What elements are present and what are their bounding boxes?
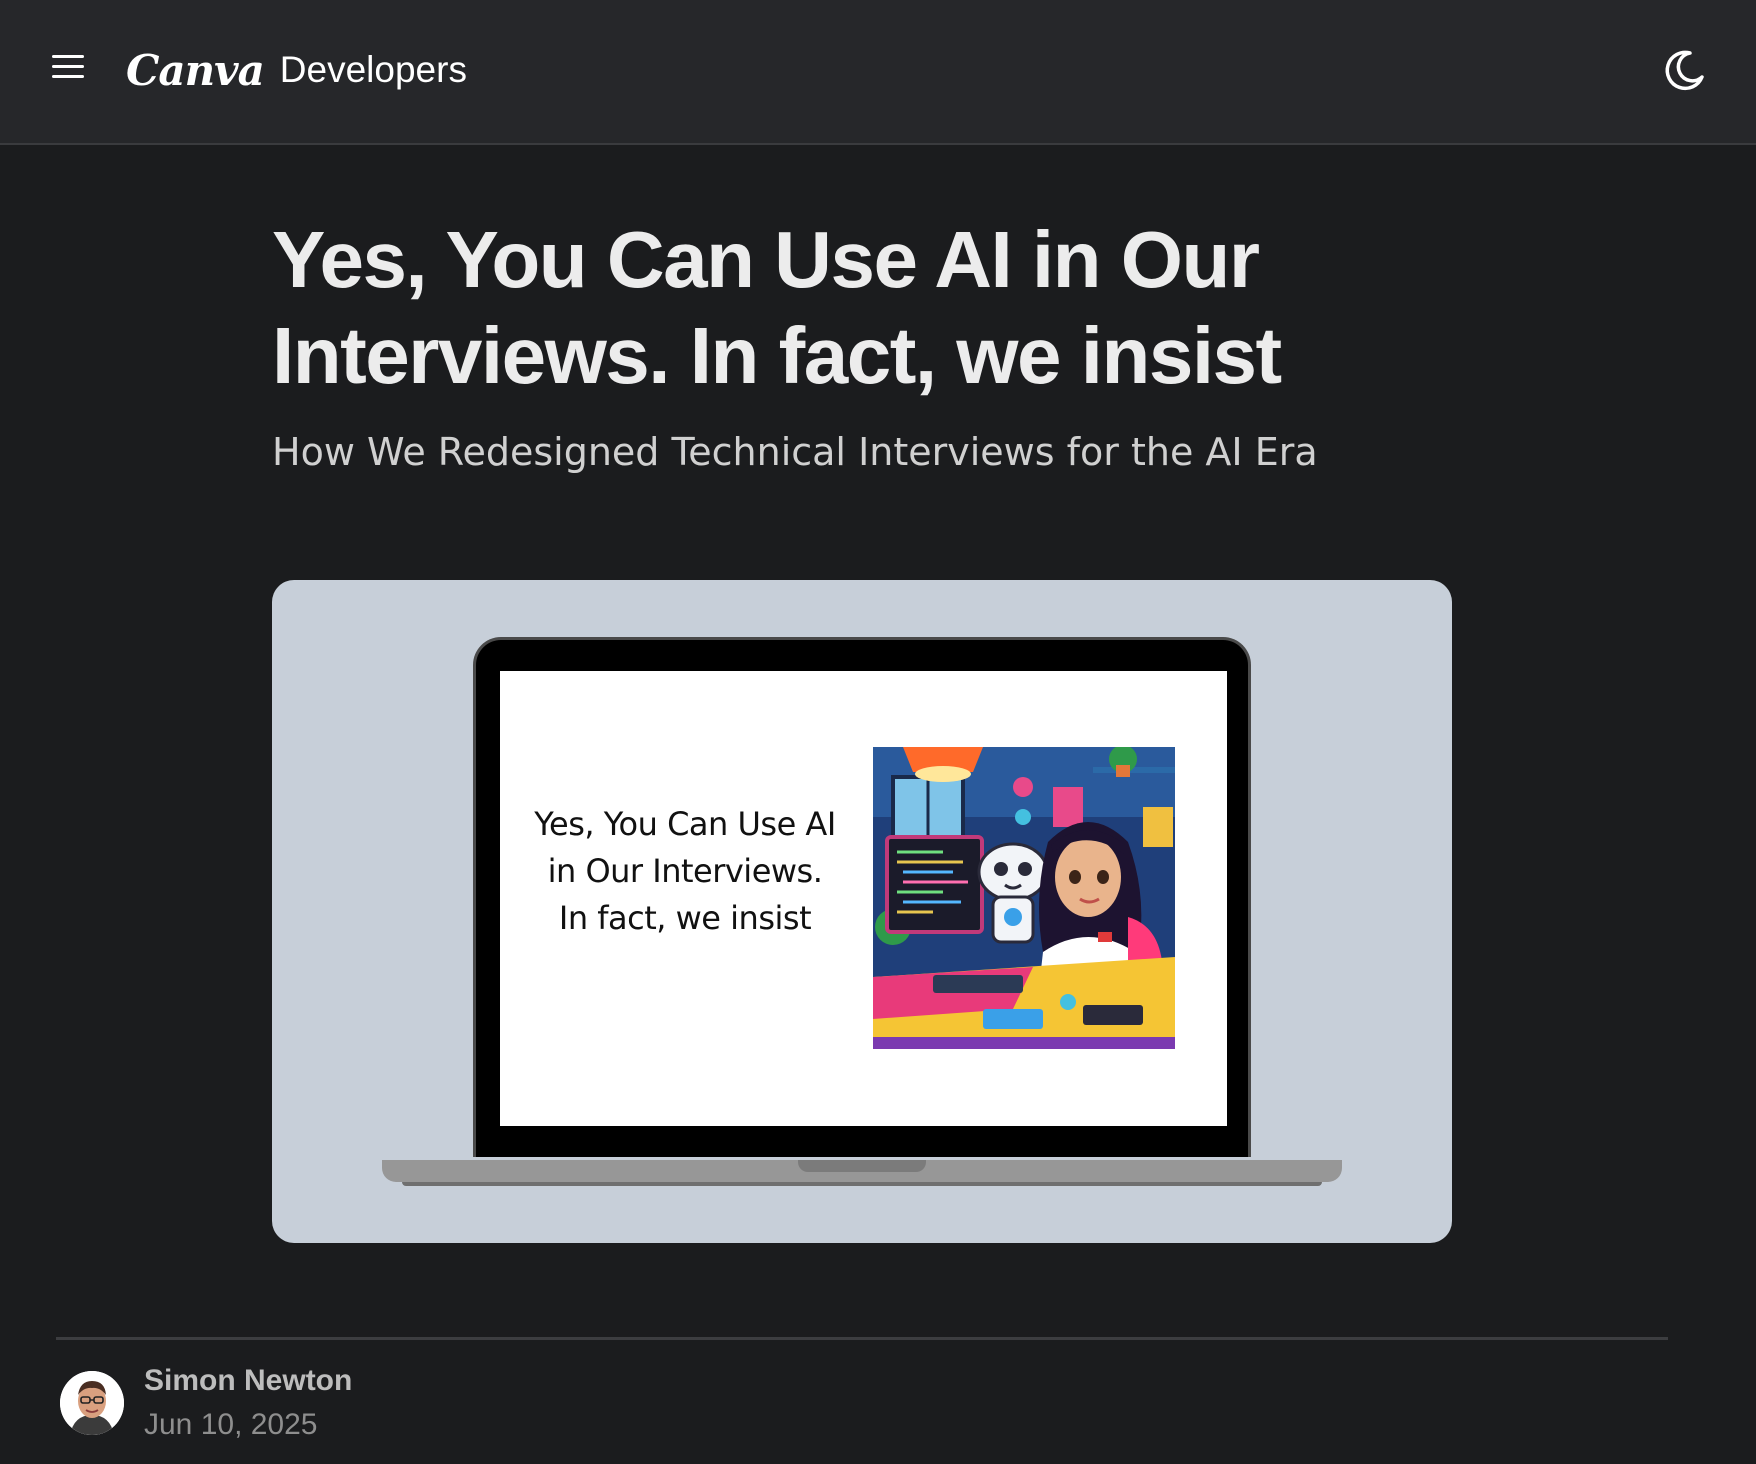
moon-icon[interactable] (1660, 47, 1708, 95)
laptop-screen: Yes, You Can Use AI in Our Interviews. I… (473, 637, 1251, 1157)
laptop-notch (798, 1160, 926, 1172)
woman-and-robot-coding-illustration (873, 745, 1175, 1049)
top-navigation-bar: Canva Developers (0, 0, 1756, 145)
hamburger-menu-icon[interactable] (50, 48, 94, 92)
brand-developers-text: Developers (279, 49, 467, 90)
canva-logo: Canva (126, 45, 265, 95)
author-avatar[interactable] (60, 1371, 124, 1435)
hero-image: Yes, You Can Use AI in Our Interviews. I… (272, 580, 1452, 1243)
article-subtitle: How We Redesigned Technical Interviews f… (272, 430, 1318, 474)
article-title: Yes, You Can Use AI in Our Interviews. I… (272, 215, 1282, 400)
presentation-slide: Yes, You Can Use AI in Our Interviews. I… (500, 671, 1227, 1126)
laptop-base-shadow (402, 1182, 1322, 1186)
publish-date: Jun 10, 2025 (144, 1408, 318, 1441)
author-divider (56, 1337, 1668, 1340)
slide-title: Yes, You Can Use AI in Our Interviews. I… (534, 805, 836, 937)
author-name[interactable]: Simon Newton (144, 1364, 352, 1398)
brand-home-link[interactable]: Canva Developers (126, 40, 467, 100)
